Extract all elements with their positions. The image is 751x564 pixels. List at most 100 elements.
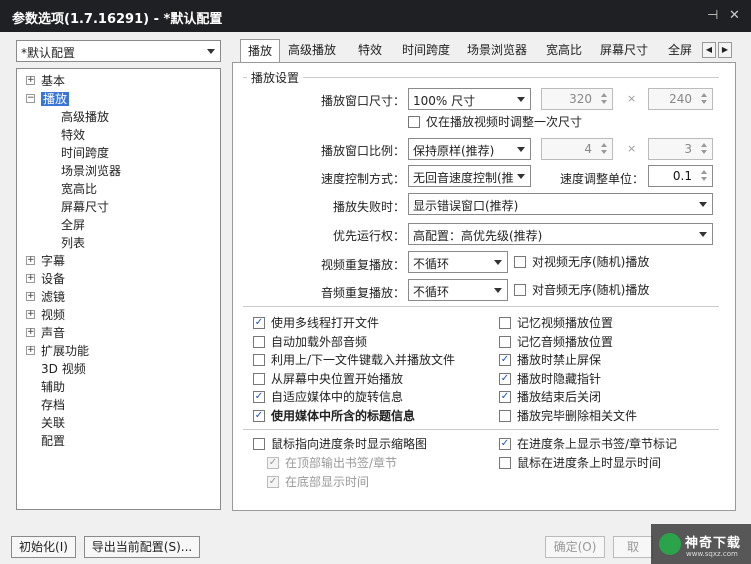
tree-item[interactable]: 视频 (41, 306, 65, 324)
speed-select[interactable]: 无回音速度控制(推 (408, 165, 531, 187)
video-repeat-select[interactable]: 不循环 (408, 251, 508, 273)
option-checkbox[interactable]: 自动加载外部音频 (253, 334, 367, 350)
tree-item[interactable]: 滤镜 (41, 288, 65, 306)
tab-item[interactable]: 全屏 (668, 39, 700, 63)
checkbox-box[interactable] (253, 438, 265, 450)
tree-item[interactable]: 宽高比 (61, 180, 97, 198)
tree-item[interactable]: 设备 (41, 270, 65, 288)
checkbox-box[interactable]: ✓ (499, 438, 511, 450)
width-input[interactable]: 320 (541, 88, 613, 110)
option-checkbox[interactable]: 记忆音频播放位置 (499, 334, 613, 350)
tree-item[interactable]: 播放 (41, 90, 70, 108)
adjust-once-checkbox[interactable]: 仅在播放视频时调整一次尺寸 (408, 114, 582, 130)
category-tree[interactable]: 基本 + 播放 − 高级播放 特效 时间跨度 场景浏览器 宽高比 屏幕尺寸 全屏 列表 字幕 + 设备 + 滤镜… (16, 68, 221, 510)
checkbox-box[interactable]: ✓ (267, 476, 279, 488)
option-checkbox[interactable]: ✓ 播放时隐藏指针 (499, 371, 601, 387)
checkbox-box[interactable] (408, 116, 420, 128)
tree-item[interactable]: 屏幕尺寸 (61, 198, 109, 216)
expand-icon[interactable]: + (26, 292, 35, 301)
tree-item[interactable]: 字幕 (41, 252, 65, 270)
option-checkbox[interactable]: 利用上/下一文件键载入并播放文件 (253, 352, 455, 368)
bottom-time-checkbox[interactable]: ✓ 在底部显示时间 (267, 474, 369, 490)
collapse-icon[interactable]: − (26, 94, 35, 103)
tree-item[interactable]: 场景浏览器 (61, 162, 121, 180)
tab-item[interactable]: 特效 (358, 39, 394, 63)
spin-arrows-icon[interactable] (598, 91, 610, 107)
checkbox-box[interactable]: ✓ (253, 317, 265, 329)
window-size-select[interactable]: 100% 尺寸 (408, 88, 531, 110)
ratio-height-input[interactable]: 3 (648, 138, 713, 160)
expand-icon[interactable]: + (26, 310, 35, 319)
expand-icon[interactable]: + (26, 256, 35, 265)
profile-select[interactable]: *默认配置 (16, 40, 221, 62)
checkbox-box[interactable] (253, 372, 265, 385)
export-button[interactable]: 导出当前配置(S)... (84, 536, 200, 558)
option-checkbox[interactable]: ✓ 使用媒体中所含的标题信息 (253, 408, 415, 424)
spin-arrows-icon[interactable] (698, 168, 710, 184)
tree-item[interactable]: 基本 (41, 72, 65, 90)
expand-icon[interactable]: + (26, 328, 35, 337)
init-button[interactable]: 初始化(I) (11, 536, 76, 558)
checkbox-box[interactable]: ✓ (499, 372, 511, 385)
top-bookmark-checkbox[interactable]: ✓ 在顶部输出书签/章节 (267, 455, 397, 471)
checkbox-box[interactable] (253, 354, 265, 367)
seek-thumbnail-checkbox[interactable]: 鼠标指向进度条时显示缩略图 (253, 436, 427, 452)
expand-icon[interactable]: + (26, 76, 35, 85)
option-checkbox[interactable]: ✓ 使用多线程打开文件 (253, 315, 379, 331)
cancel-button[interactable]: 取 (613, 536, 653, 558)
tree-item[interactable]: 声音 (41, 324, 65, 342)
checkbox-box[interactable] (253, 335, 265, 348)
checkbox-box[interactable] (499, 335, 511, 348)
tree-item[interactable]: 配置 (41, 432, 65, 450)
fail-select[interactable]: 显示错误窗口(推荐) (408, 193, 713, 215)
audio-repeat-select[interactable]: 不循环 (408, 279, 508, 301)
expand-icon[interactable]: + (26, 346, 35, 355)
tree-item[interactable]: 3D 视频 (41, 360, 86, 378)
ok-button[interactable]: 确定(O) (545, 536, 605, 558)
tab-item[interactable]: 播放 (240, 39, 280, 64)
option-checkbox[interactable]: 记忆视频播放位置 (499, 315, 613, 331)
checkbox-box[interactable] (499, 317, 511, 329)
tab-item[interactable]: 场景浏览器 (467, 39, 539, 63)
checkbox-box[interactable] (514, 256, 526, 268)
ratio-width-input[interactable]: 4 (541, 138, 613, 160)
show-marks-checkbox[interactable]: ✓ 在进度条上显示书签/章节标记 (499, 436, 677, 452)
option-checkbox[interactable]: ✓ 播放结束后关闭 (499, 389, 601, 405)
spin-arrows-icon[interactable] (698, 141, 710, 157)
tree-item[interactable]: 辅助 (41, 378, 65, 396)
tree-item[interactable]: 列表 (61, 234, 85, 252)
option-checkbox[interactable]: ✓ 自适应媒体中的旋转信息 (253, 389, 403, 405)
expand-icon[interactable]: + (26, 274, 35, 283)
option-checkbox[interactable]: 从屏幕中央位置开始播放 (253, 371, 403, 387)
tree-item[interactable]: 全屏 (61, 216, 85, 234)
height-input[interactable]: 240 (648, 88, 713, 110)
show-time-checkbox[interactable]: 鼠标在进度条上时显示时间 (499, 455, 661, 471)
checkbox-box[interactable]: ✓ (499, 354, 511, 367)
speed-unit-input[interactable]: 0.1 (648, 165, 713, 187)
checkbox-box[interactable] (499, 457, 511, 469)
tree-item[interactable]: 特效 (61, 126, 85, 144)
tab-scroll-right-icon[interactable]: ▶ (718, 42, 732, 58)
tab-item[interactable]: 时间跨度 (402, 39, 458, 63)
option-checkbox[interactable]: ✓ 播放时禁止屏保 (499, 352, 601, 368)
spin-arrows-icon[interactable] (698, 91, 710, 107)
audio-random-checkbox[interactable]: 对音频无序(随机)播放 (514, 282, 649, 298)
tree-item[interactable]: 时间跨度 (61, 144, 109, 162)
close-icon[interactable]: ✕ (729, 8, 740, 23)
tree-item[interactable]: 关联 (41, 414, 65, 432)
priority-select[interactable]: 高配置：高优先级(推荐) (408, 223, 713, 245)
tab-item[interactable]: 高级播放 (288, 39, 348, 63)
checkbox-box[interactable]: ✓ (253, 410, 265, 422)
tab-item[interactable]: 屏幕尺寸 (600, 39, 660, 63)
checkbox-box[interactable] (514, 284, 526, 296)
ratio-select[interactable]: 保持原样(推荐) (408, 138, 531, 160)
spin-arrows-icon[interactable] (598, 141, 610, 157)
tree-item[interactable]: 扩展功能 (41, 342, 89, 360)
checkbox-box[interactable]: ✓ (499, 391, 511, 404)
pin-icon[interactable]: ⊣ (707, 8, 718, 23)
option-checkbox[interactable]: 播放完毕删除相关文件 (499, 408, 637, 424)
tab-item[interactable]: 宽高比 (546, 39, 590, 63)
checkbox-box[interactable]: ✓ (253, 391, 265, 404)
tree-item[interactable]: 高级播放 (61, 108, 109, 126)
checkbox-box[interactable] (499, 410, 511, 422)
